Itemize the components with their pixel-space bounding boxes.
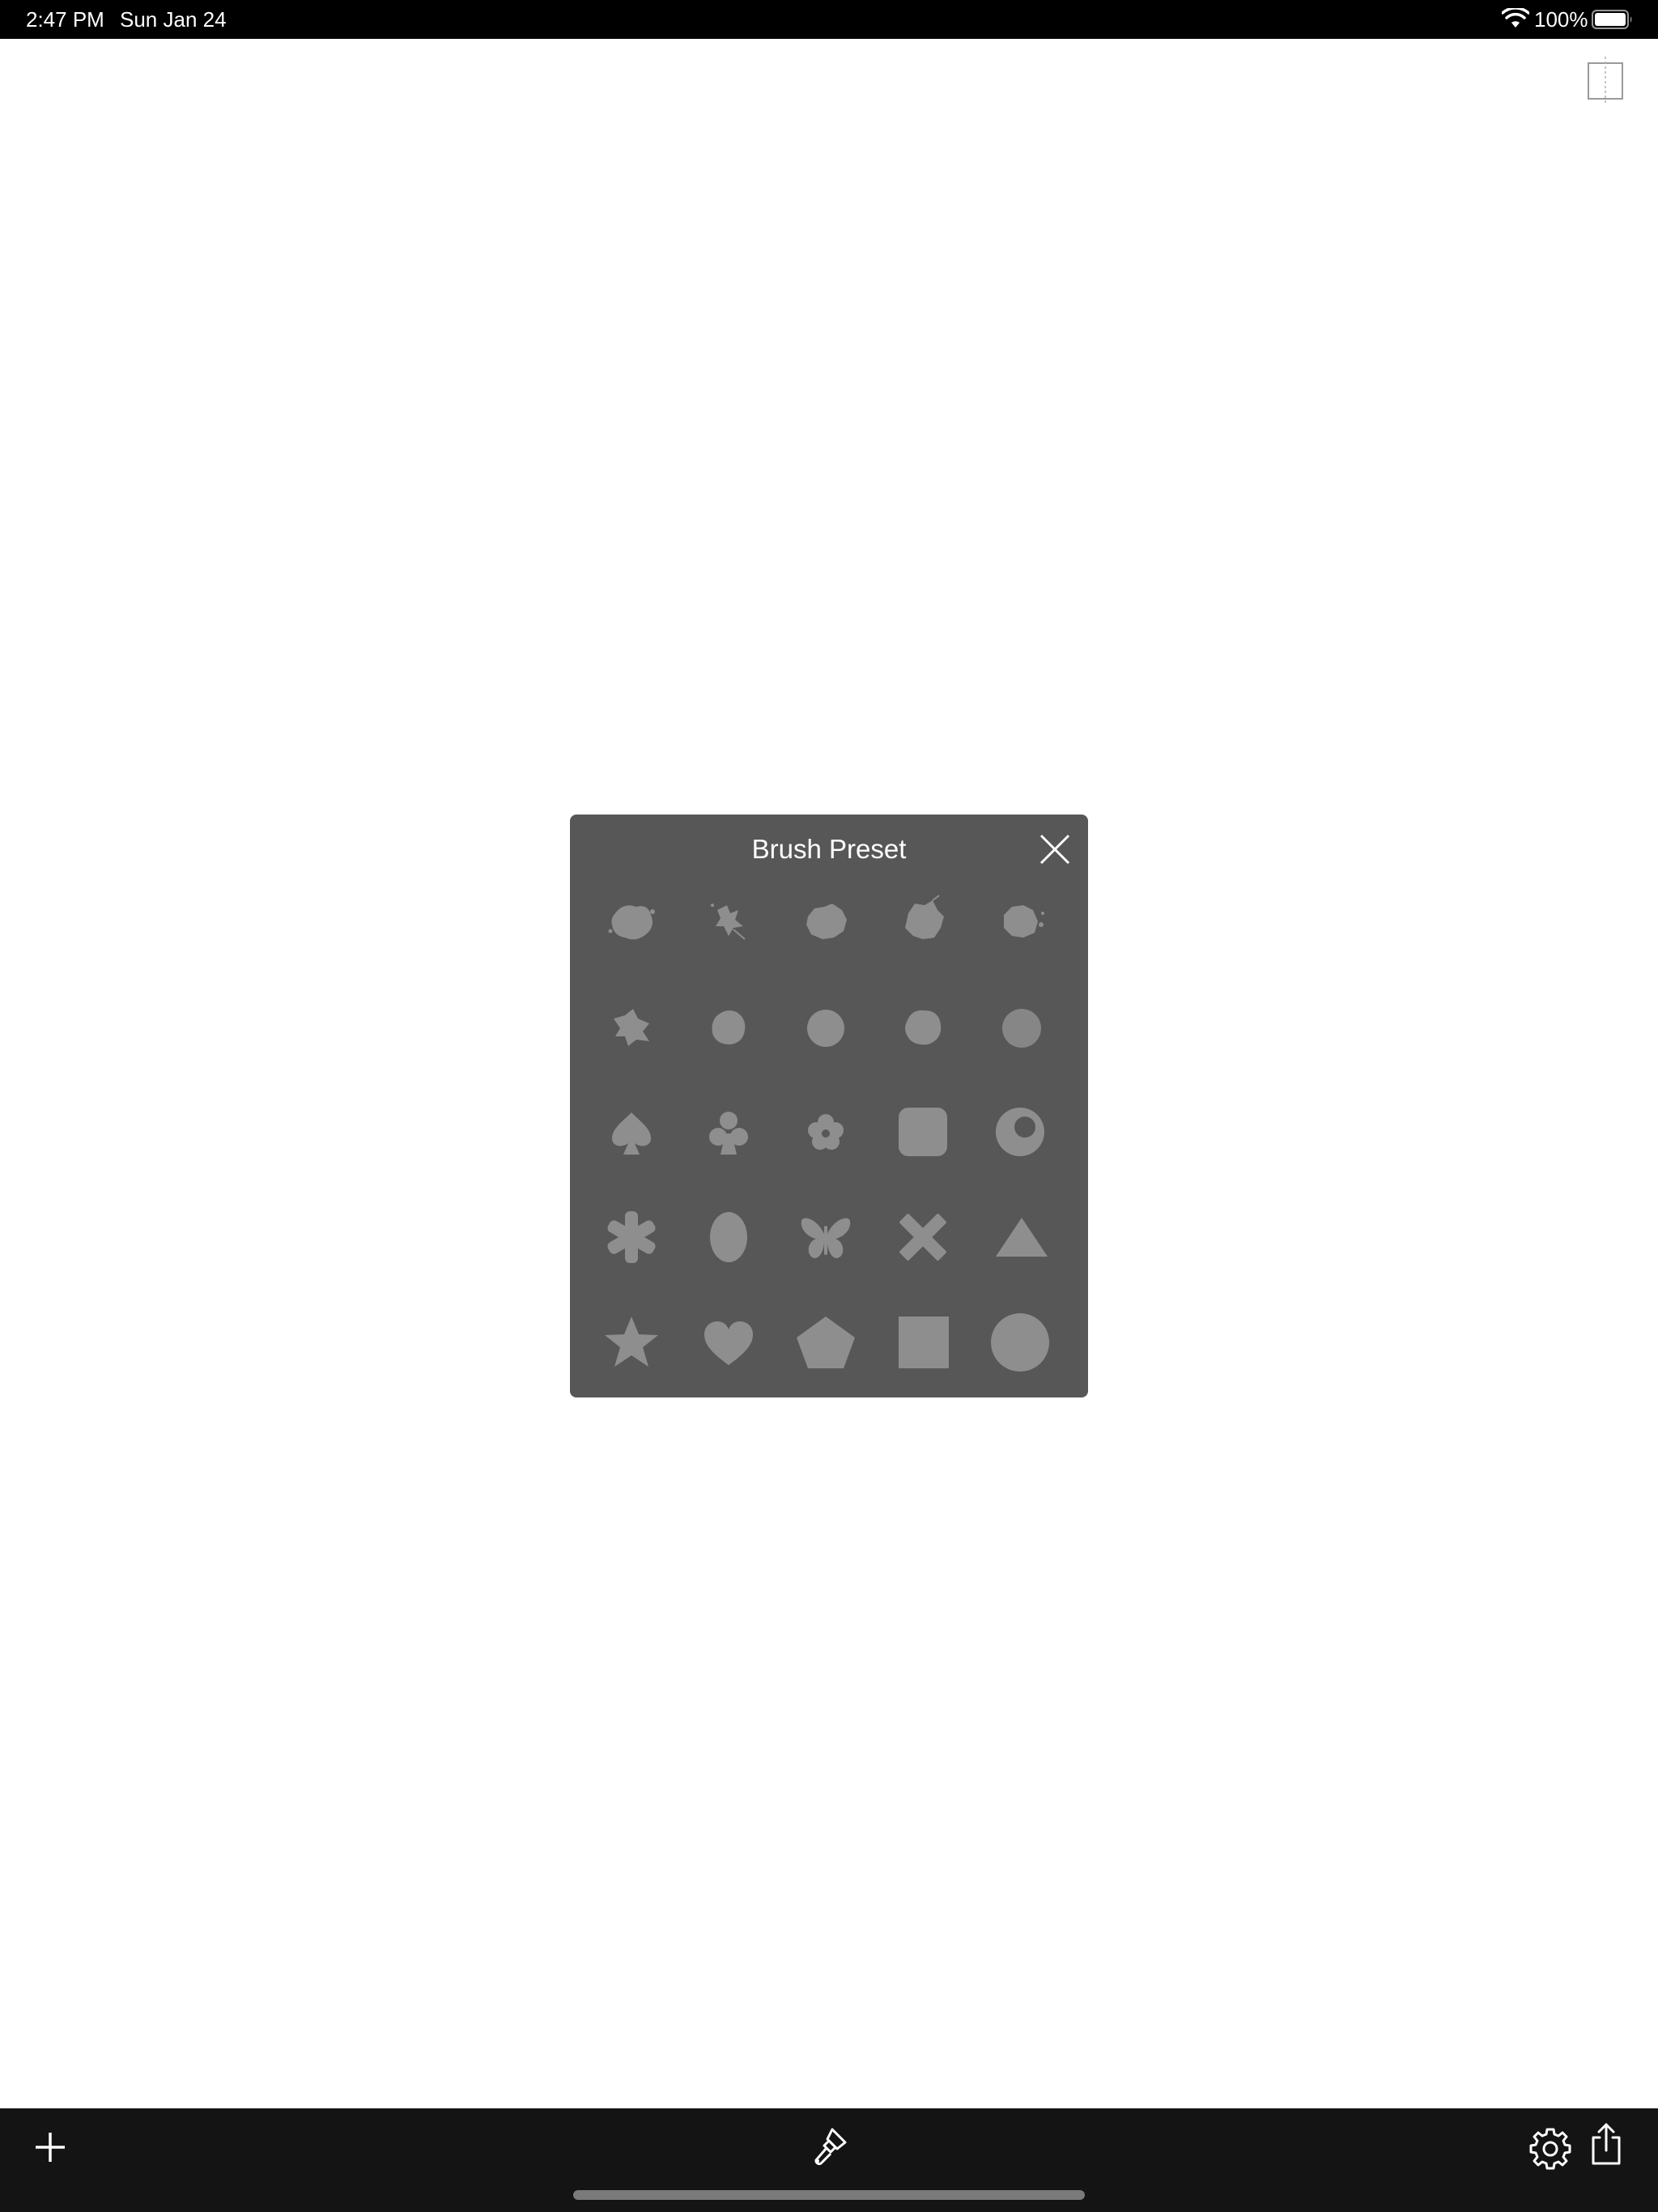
preset-soft-blob[interactable] <box>980 986 1061 1067</box>
preset-x-cross[interactable] <box>882 1197 963 1278</box>
oval-icon <box>710 1212 747 1262</box>
preset-splatter-1[interactable] <box>591 881 672 962</box>
preset-club[interactable] <box>688 1091 769 1172</box>
soft-blob-icon <box>1002 1009 1041 1048</box>
preset-ring[interactable] <box>980 1091 1061 1172</box>
preset-grid <box>570 815 1088 1397</box>
preset-rounded-square[interactable] <box>882 1091 963 1172</box>
splatter-5-icon <box>1004 905 1044 938</box>
preset-splatter-3[interactable] <box>785 881 866 962</box>
brush-icon[interactable] <box>805 2123 853 2172</box>
share-icon[interactable] <box>1582 2120 1630 2168</box>
battery-percent: 100% <box>1534 7 1588 32</box>
heart-icon <box>704 1321 753 1365</box>
preset-splatter-5[interactable] <box>980 881 1061 962</box>
rounded-square-icon <box>899 1108 947 1156</box>
preset-butterfly[interactable] <box>785 1197 866 1278</box>
status-bar: 2:47 PM Sun Jan 24 100% <box>0 0 1658 39</box>
preset-blob-3[interactable] <box>882 986 963 1067</box>
home-indicator[interactable] <box>573 2190 1085 2200</box>
battery-icon <box>1592 10 1632 29</box>
preset-pentagon[interactable] <box>785 1302 866 1383</box>
blob-3-icon <box>905 1010 942 1045</box>
butterfly-icon <box>801 1218 851 1258</box>
preset-triangle[interactable] <box>980 1197 1061 1278</box>
splatter-2-icon <box>711 904 746 940</box>
preset-star[interactable] <box>591 1302 672 1383</box>
wifi-icon <box>1502 8 1529 28</box>
flower-icon <box>808 1114 844 1150</box>
preset-circle[interactable] <box>980 1302 1061 1383</box>
square-icon <box>899 1317 949 1368</box>
preset-oval[interactable] <box>688 1197 769 1278</box>
preset-flower[interactable] <box>785 1091 866 1172</box>
status-time: 2:47 PM <box>26 7 104 32</box>
pentagon-icon <box>797 1317 855 1368</box>
splatter-3-icon <box>806 904 847 939</box>
x-cross-icon <box>899 1214 946 1261</box>
star-icon <box>605 1317 658 1367</box>
preset-heart[interactable] <box>688 1302 769 1383</box>
blob-2-icon <box>807 1010 844 1047</box>
splatter-4-icon <box>905 895 944 939</box>
brush-preset-panel: Brush Preset <box>570 815 1088 1397</box>
blob-1-icon <box>712 1010 746 1044</box>
preset-asterisk[interactable] <box>591 1197 672 1278</box>
preset-square[interactable] <box>882 1302 963 1383</box>
preset-splatter-2[interactable] <box>688 881 769 962</box>
preset-spade[interactable] <box>591 1091 672 1172</box>
triangle-icon <box>996 1218 1048 1257</box>
circle-icon <box>991 1313 1049 1372</box>
splatter-1-icon <box>608 905 655 940</box>
split-view-icon[interactable] <box>1587 55 1624 107</box>
club-icon <box>709 1112 748 1155</box>
spade-icon <box>612 1112 651 1155</box>
gear-icon[interactable] <box>1526 2123 1575 2172</box>
status-date: Sun Jan 24 <box>120 7 227 32</box>
preset-blob-2[interactable] <box>785 986 866 1067</box>
splatter-6-icon <box>614 1009 649 1046</box>
preset-splatter-4[interactable] <box>882 881 963 962</box>
ring-icon <box>996 1108 1044 1156</box>
screen: 2:47 PM Sun Jan 24 100% Brush Preset <box>0 0 1658 2212</box>
add-icon[interactable] <box>26 2123 74 2172</box>
preset-splatter-6[interactable] <box>591 986 672 1067</box>
asterisk-icon <box>607 1211 656 1263</box>
preset-blob-1[interactable] <box>688 986 769 1067</box>
